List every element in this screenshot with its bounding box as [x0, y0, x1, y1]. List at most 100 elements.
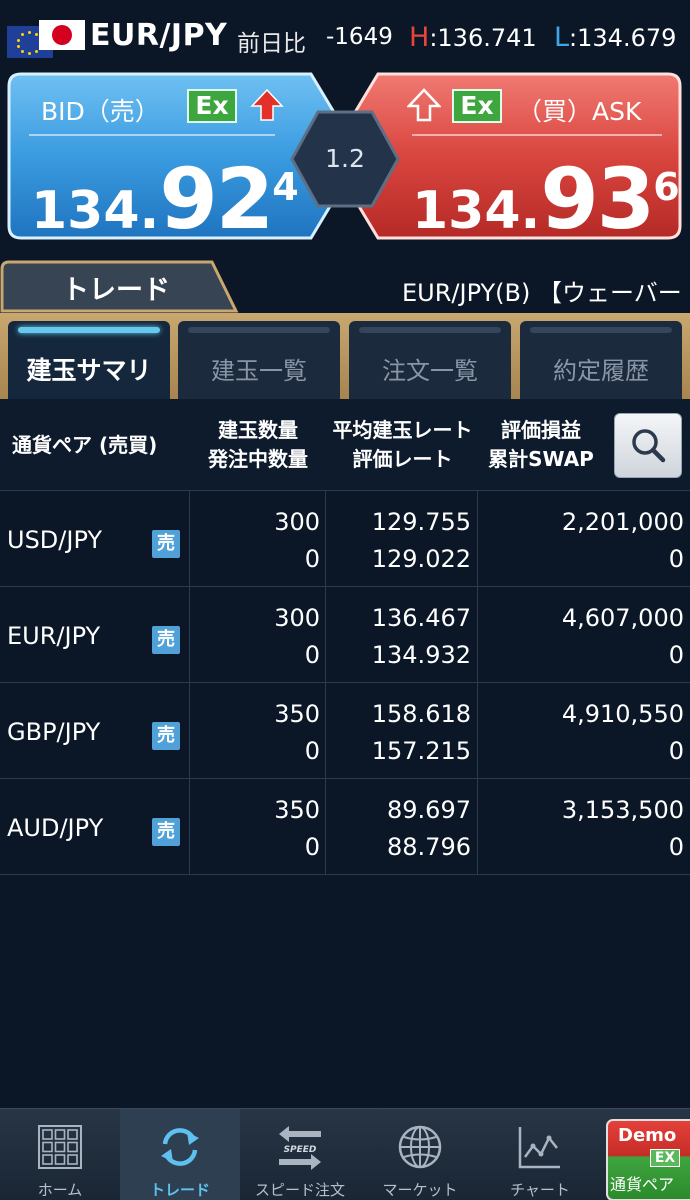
up-arrow-outline-icon	[407, 88, 441, 122]
pair-title[interactable]: EUR/JPY	[90, 18, 227, 53]
table-row[interactable]: USD/JPY 売 300 0 129.755 129.022 2,201,00…	[0, 491, 690, 587]
nav-home[interactable]: ホーム	[0, 1109, 120, 1200]
column-divider	[477, 491, 478, 587]
row-swap: 0	[668, 737, 684, 765]
nav-label: ホーム	[37, 1181, 83, 1199]
nav-market[interactable]: マーケット	[360, 1109, 480, 1200]
nav-label: チャート	[510, 1181, 570, 1199]
row-avg-rate: 136.467	[371, 604, 471, 632]
bid-label: BID（売）	[41, 97, 160, 126]
tab-indicator	[18, 327, 160, 333]
news-ticker[interactable]: EUR/JPY(B) 【ウェーバー	[402, 273, 682, 308]
row-avg-rate: 129.755	[371, 508, 471, 536]
table-row[interactable]: GBP/JPY 売 350 0 158.618 157.215 4,910,55…	[0, 683, 690, 779]
row-pending: 0	[304, 833, 320, 861]
trade-tab-bar: トレード EUR/JPY(B) 【ウェーバー	[0, 259, 690, 313]
column-divider	[477, 587, 478, 683]
col-pair-header: 通貨ペア (売買)	[12, 433, 158, 457]
high-price: H:136.741	[409, 22, 537, 53]
demo-label: Demo	[618, 1125, 677, 1146]
ask-divider	[412, 134, 662, 136]
col-pl-header: 評価損益 累計SWAP	[488, 418, 594, 471]
search-button[interactable]	[614, 413, 682, 478]
row-pair: EUR/JPY	[7, 622, 101, 650]
ask-label: （買）ASK	[517, 97, 642, 126]
tab-label: 建玉サマリ	[26, 356, 152, 385]
col-rate-header: 平均建玉レート 評価レート	[332, 418, 473, 471]
row-pair: AUD/JPY	[7, 814, 104, 842]
trade-tab[interactable]: トレード	[0, 259, 240, 313]
sell-badge: 売	[152, 818, 180, 846]
demo-ex-pair-button[interactable]: Demo EX 通貨ペア	[606, 1119, 690, 1200]
row-eval-rate: 134.932	[371, 641, 471, 669]
ask-button[interactable]: Ex （買）ASK 134.936	[352, 72, 682, 248]
demo-pair-label: 通貨ペア	[610, 1175, 675, 1194]
nav-chart[interactable]: チャート	[480, 1109, 600, 1200]
bid-ex-badge: Ex	[187, 89, 237, 123]
tab-position-summary[interactable]: 建玉サマリ	[8, 321, 170, 399]
sell-badge: 売	[152, 626, 180, 654]
home-grid-icon	[38, 1125, 82, 1169]
row-pending: 0	[304, 545, 320, 573]
row-pl: 4,607,000	[561, 604, 684, 632]
search-icon	[632, 429, 666, 463]
demo-ex-badge: EX	[650, 1149, 680, 1167]
tab-position-list[interactable]: 建玉一覧	[178, 321, 340, 399]
column-divider	[189, 779, 190, 875]
nav-trade[interactable]: トレード	[120, 1109, 240, 1200]
tab-label: 約定履歴	[553, 357, 649, 385]
tab-indicator	[359, 327, 501, 333]
table-header: 通貨ペア (売買) 建玉数量 発注中数量 平均建玉レート 評価レート 評価損益 累計S…	[0, 399, 690, 491]
svg-text:SPEED: SPEED	[284, 1145, 317, 1155]
tab-label: 建玉一覧	[211, 357, 307, 385]
ask-ex-badge: Ex	[452, 89, 502, 123]
change-label: 前日比	[237, 31, 306, 57]
row-eval-rate: 157.215	[371, 737, 471, 765]
row-swap: 0	[668, 641, 684, 669]
globe-icon	[398, 1125, 442, 1169]
trade-tab-label: トレード	[62, 275, 170, 306]
column-divider	[477, 779, 478, 875]
chart-icon	[518, 1127, 560, 1169]
spread-indicator: 1.2	[290, 110, 400, 208]
tab-label: 注文一覧	[382, 357, 478, 385]
row-pending: 0	[304, 737, 320, 765]
column-divider	[189, 491, 190, 587]
row-pending: 0	[304, 641, 320, 669]
position-subtabs: 建玉サマリ 建玉一覧 注文一覧 約定履歴	[0, 313, 690, 399]
row-pair: GBP/JPY	[7, 718, 101, 746]
column-divider	[325, 587, 326, 683]
column-divider	[325, 683, 326, 779]
change-value: -1649	[326, 24, 393, 50]
tab-order-list[interactable]: 注文一覧	[349, 321, 511, 399]
row-qty: 300	[274, 508, 320, 536]
row-eval-rate: 88.796	[387, 833, 471, 861]
speed-icon: SPEED	[279, 1126, 321, 1170]
app-screen: EUR/JPY 前日比 -1649 H:136.741 L:134.679 BI…	[0, 0, 690, 1200]
nav-speed-order[interactable]: SPEED スピード注文	[240, 1109, 360, 1200]
row-swap: 0	[668, 833, 684, 861]
column-divider	[477, 683, 478, 779]
spread-value: 1.2	[325, 144, 365, 173]
ask-price: 134.936	[412, 150, 680, 248]
tab-indicator	[530, 327, 672, 333]
row-swap: 0	[668, 545, 684, 573]
bid-divider	[29, 134, 275, 136]
row-qty: 300	[274, 604, 320, 632]
nav-label: マーケット	[382, 1181, 458, 1199]
sell-badge: 売	[152, 722, 180, 750]
bottom-navigation: ホーム トレード SPEED スピード注文 マーケット チャート	[0, 1108, 690, 1200]
header: EUR/JPY 前日比 -1649 H:136.741 L:134.679	[0, 0, 690, 70]
currency-flags-icon	[7, 18, 85, 60]
tab-indicator	[188, 327, 330, 333]
table-row[interactable]: AUD/JPY 売 350 0 89.697 88.796 3,153,500 …	[0, 779, 690, 875]
nav-label: トレード	[149, 1181, 210, 1199]
row-pl: 3,153,500	[561, 796, 684, 824]
refresh-icon	[161, 1128, 199, 1166]
bid-button[interactable]: BID（売） Ex 134.924	[7, 72, 337, 248]
row-pair: USD/JPY	[7, 526, 103, 554]
column-divider	[189, 683, 190, 779]
table-row[interactable]: EUR/JPY 売 300 0 136.467 134.932 4,607,00…	[0, 587, 690, 683]
jp-flag-icon	[39, 20, 85, 50]
tab-execution-history[interactable]: 約定履歴	[520, 321, 682, 399]
